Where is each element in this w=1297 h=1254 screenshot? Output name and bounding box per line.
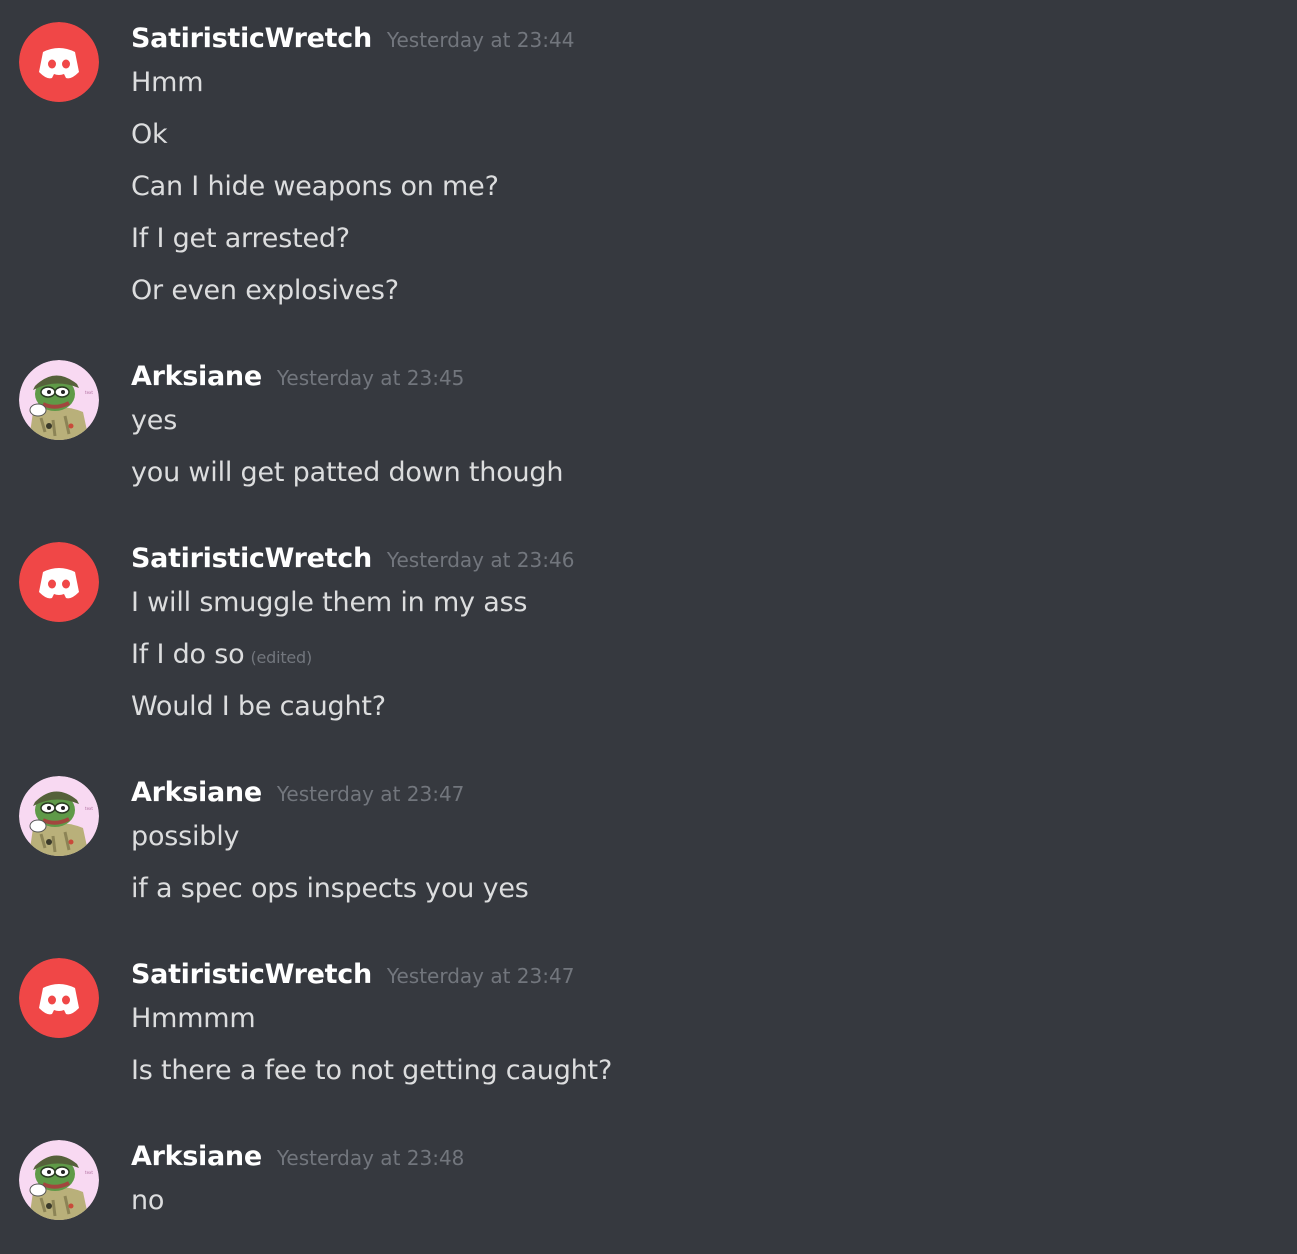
pepe-soldier-icon[interactable] [19, 776, 99, 856]
timestamp[interactable]: Yesterday at 23:45 [277, 366, 465, 390]
message-text: no [131, 1185, 165, 1216]
message-text: If I get arrested? [131, 223, 350, 254]
message-text: you will get patted down though [131, 457, 564, 488]
username[interactable]: Arksiane [131, 777, 262, 808]
message-header: Arksiane Yesterday at 23:48 [131, 1141, 464, 1181]
message-text: Would I be caught? [131, 691, 386, 722]
discord-logo-icon[interactable] [19, 958, 99, 1038]
message-text: yes [131, 405, 178, 436]
pepe-soldier-icon[interactable] [19, 1140, 99, 1220]
chat-messages: SatiristicWretch Yesterday at 23:44 Hmm O… [0, 0, 1297, 1254]
discord-logo-icon[interactable] [19, 542, 99, 622]
message-text: Can I hide weapons on me? [131, 171, 499, 202]
message-text: Or even explosives? [131, 275, 399, 306]
message-header: Arksiane Yesterday at 23:47 [131, 777, 464, 817]
discord-logo-icon[interactable] [19, 22, 99, 102]
timestamp[interactable]: Yesterday at 23:47 [387, 964, 575, 988]
timestamp[interactable]: Yesterday at 23:47 [277, 782, 465, 806]
message-text: possibly [131, 821, 240, 852]
edited-label: (edited) [250, 648, 313, 667]
pepe-soldier-icon[interactable] [19, 360, 99, 440]
message-text: If I do so [131, 639, 245, 670]
message-header: SatiristicWretch Yesterday at 23:47 [131, 959, 574, 999]
message-text: Ok [131, 119, 168, 150]
message-header: SatiristicWretch Yesterday at 23:44 [131, 23, 574, 63]
message-text: Hmmmm [131, 1003, 256, 1034]
username[interactable]: Arksiane [131, 361, 262, 392]
timestamp[interactable]: Yesterday at 23:48 [277, 1146, 465, 1170]
username[interactable]: Arksiane [131, 1141, 262, 1172]
username[interactable]: SatiristicWretch [131, 543, 372, 574]
message-text: Hmm [131, 67, 204, 98]
timestamp[interactable]: Yesterday at 23:46 [387, 548, 575, 572]
message-header: SatiristicWretch Yesterday at 23:46 [131, 543, 574, 583]
message-header: Arksiane Yesterday at 23:45 [131, 361, 464, 401]
timestamp[interactable]: Yesterday at 23:44 [387, 28, 575, 52]
username[interactable]: SatiristicWretch [131, 23, 372, 54]
message-text: if a spec ops inspects you yes [131, 873, 529, 904]
username[interactable]: SatiristicWretch [131, 959, 372, 990]
message-text: Is there a fee to not getting caught? [131, 1055, 613, 1086]
message-text-edited: If I do so (edited) [131, 639, 312, 670]
message-text: I will smuggle them in my ass [131, 587, 528, 618]
